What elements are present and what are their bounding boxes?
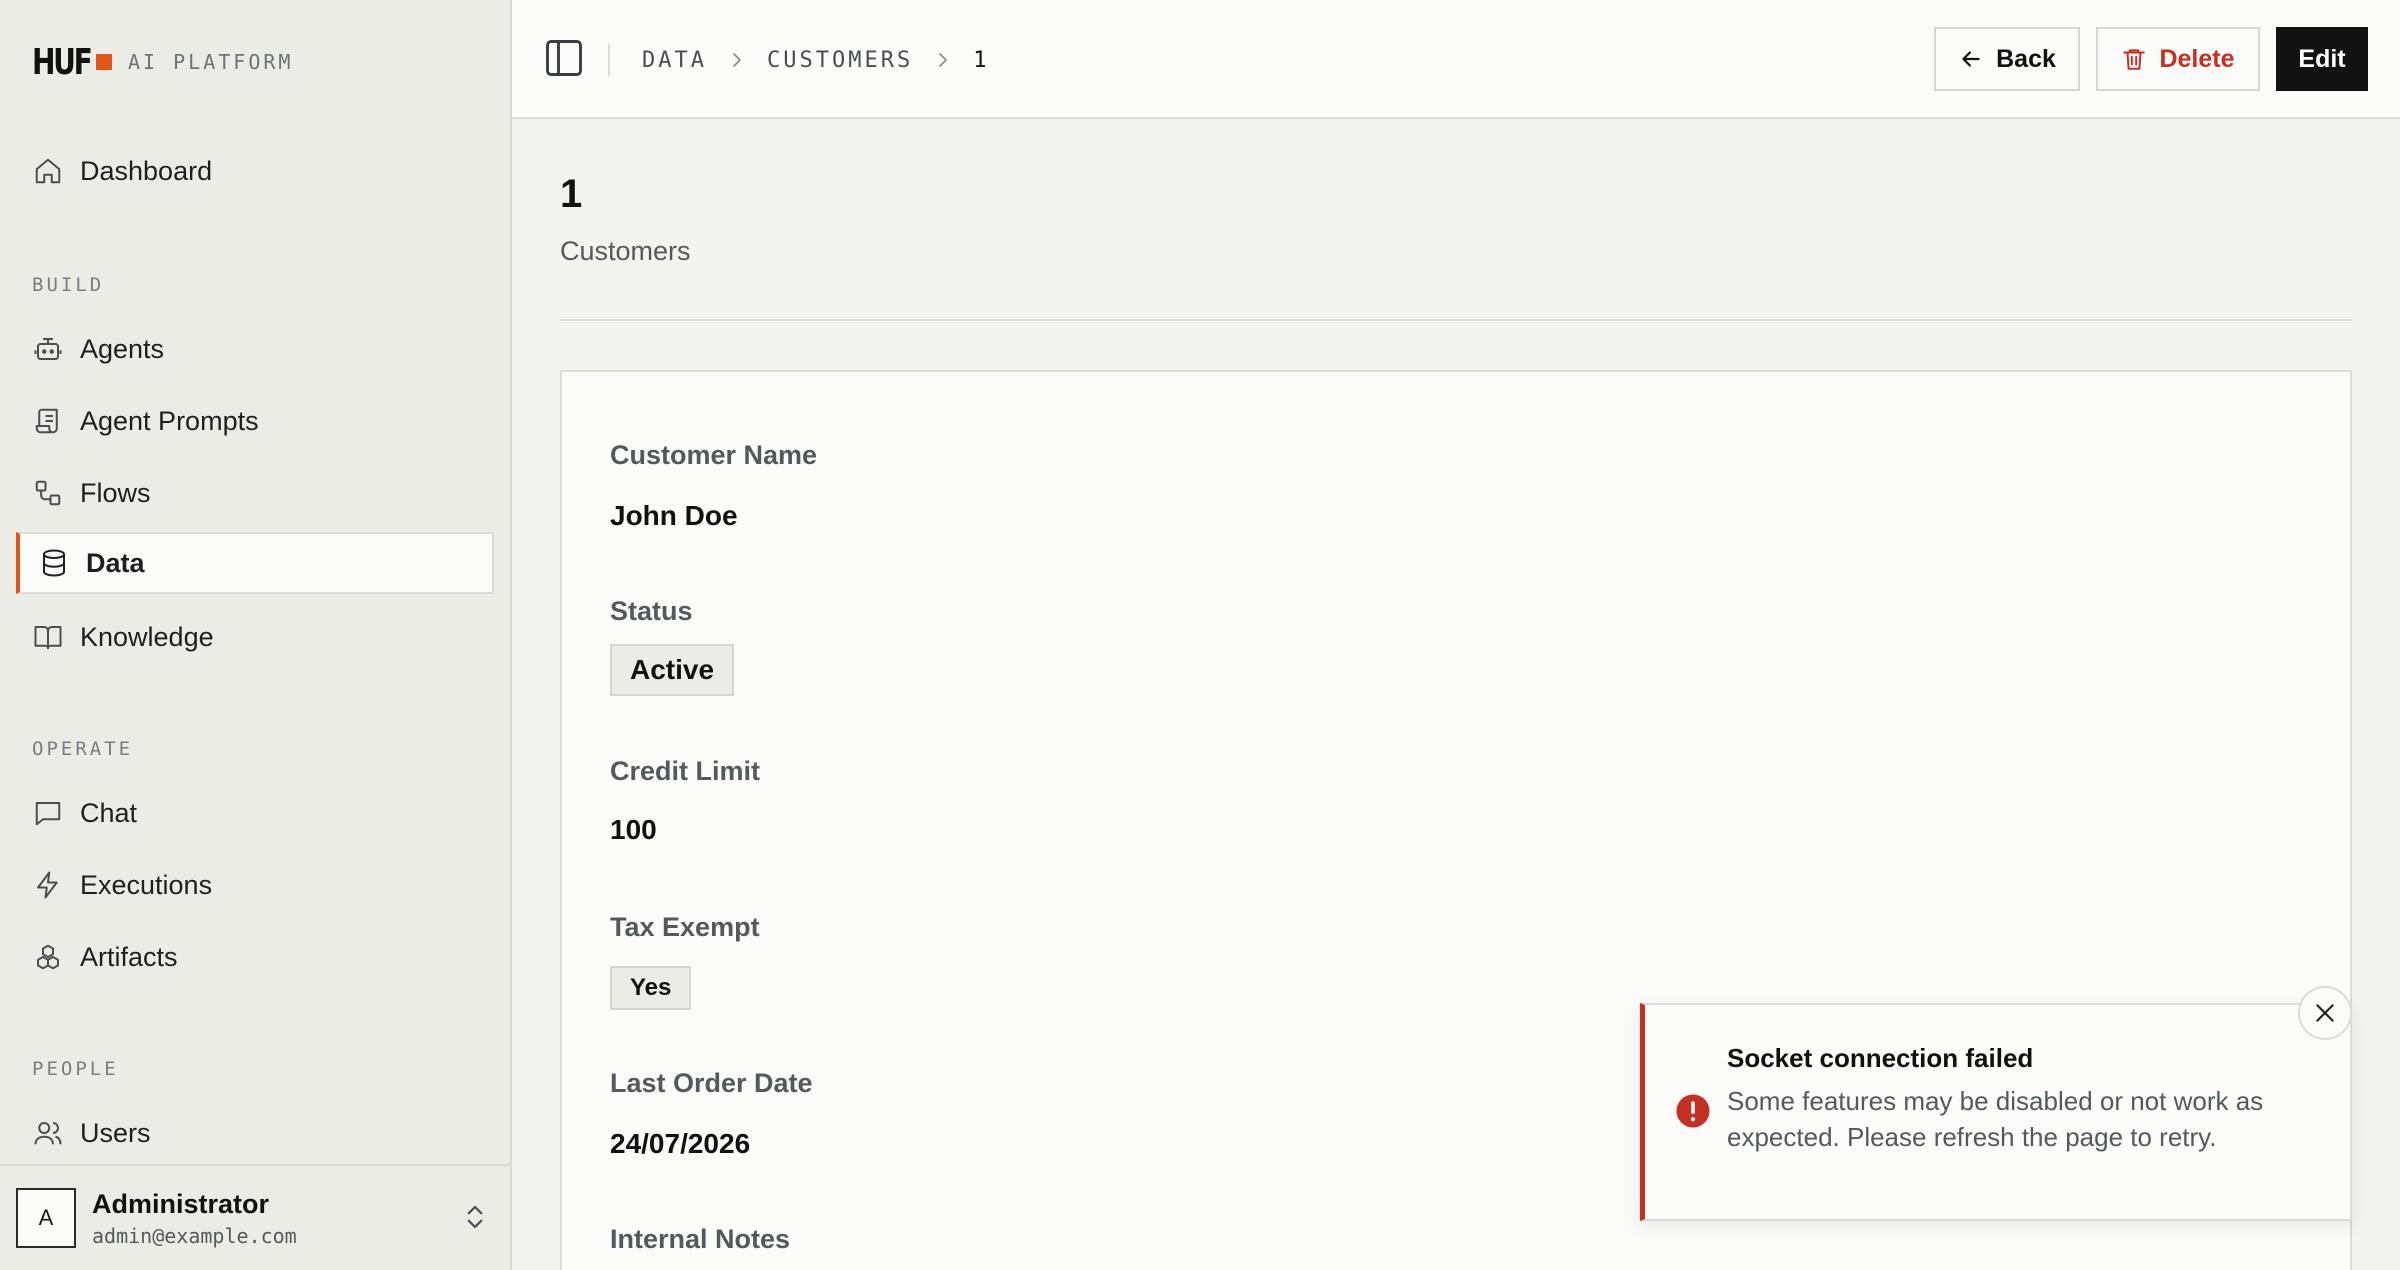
- back-button[interactable]: Back: [1934, 27, 2080, 91]
- user-info: Administrator admin@example.com: [92, 1189, 297, 1248]
- tax-exempt-label: Tax Exempt: [610, 912, 760, 942]
- breadcrumb-data[interactable]: DATA: [642, 48, 707, 73]
- close-icon: [2316, 1004, 2334, 1022]
- sidebar-item-chat[interactable]: Chat: [16, 782, 494, 844]
- sidebar-item-label: Agent Prompts: [80, 405, 259, 436]
- sidebar-item-artifacts[interactable]: Artifacts: [16, 926, 494, 988]
- sidebar-item-label: Agents: [80, 333, 165, 364]
- section-label-build: BUILD: [32, 274, 105, 296]
- sidebar-item-label: Knowledge: [80, 621, 214, 652]
- arrow-left-icon: [1962, 51, 1980, 67]
- credit-limit-label: Credit Limit: [610, 756, 761, 786]
- avatar: A: [16, 1188, 76, 1248]
- last-order-date-value: 24/07/2026: [610, 1128, 751, 1159]
- sidebar-item-label: Chat: [80, 797, 138, 828]
- content-divider: [560, 319, 2352, 321]
- brand-name: AI PLATFORM: [128, 50, 294, 74]
- database-icon: [38, 547, 70, 579]
- message-square-icon: [32, 797, 64, 829]
- users-icon: [32, 1117, 64, 1149]
- back-button-label: Back: [1996, 44, 2056, 73]
- edit-button[interactable]: Edit: [2276, 27, 2368, 91]
- sidebar-item-dashboard[interactable]: Dashboard: [16, 140, 494, 202]
- sidebar-item-agent-prompts[interactable]: Agent Prompts: [16, 390, 494, 452]
- customer-name-label: Customer Name: [610, 440, 818, 470]
- sidebar-item-agents[interactable]: Agents: [16, 318, 494, 380]
- breadcrumb-customers[interactable]: CUSTOMERS: [767, 48, 913, 73]
- sidebar-item-label: Executions: [80, 869, 213, 900]
- credit-limit-value: 100: [610, 814, 657, 845]
- user-menu[interactable]: A Administrator admin@example.com: [0, 1164, 510, 1270]
- sidebar-toggle-icon[interactable]: [542, 36, 586, 80]
- bot-icon: [32, 333, 64, 365]
- sidebar-item-knowledge[interactable]: Knowledge: [16, 606, 494, 668]
- delete-button-label: Delete: [2159, 44, 2235, 73]
- status-badge: Active: [610, 644, 735, 696]
- zap-icon: [32, 869, 64, 901]
- error-toast: Socket connection failed Some features m…: [1640, 1003, 2352, 1221]
- sidebar-item-data[interactable]: Data: [16, 532, 494, 594]
- customer-name-value: John Doe: [610, 500, 738, 531]
- chevrons-up-down-icon[interactable]: [460, 1202, 490, 1236]
- chevron-right-icon: [725, 48, 749, 72]
- delete-button[interactable]: Delete: [2096, 27, 2260, 91]
- brand-accent-square: [96, 54, 112, 70]
- page-subtitle: Customers: [560, 236, 691, 266]
- alert-circle-icon: [1675, 1093, 1711, 1129]
- workflow-icon: [32, 477, 64, 509]
- sidebar-item-flows[interactable]: Flows: [16, 462, 494, 524]
- topbar-divider: [608, 44, 610, 76]
- boxes-icon: [32, 941, 64, 973]
- breadcrumb-current: 1: [973, 47, 988, 73]
- top-bar: DATA CUSTOMERS 1 Back Delete Edit: [512, 0, 2400, 119]
- sidebar-item-executions[interactable]: Executions: [16, 854, 494, 916]
- last-order-date-label: Last Order Date: [610, 1068, 813, 1098]
- status-label: Status: [610, 596, 693, 626]
- book-open-icon: [32, 621, 64, 653]
- sidebar-item-label: Users: [80, 1117, 151, 1148]
- toast-close-button[interactable]: [2298, 986, 2352, 1040]
- sidebar: HUF AI PLATFORM Dashboard BUILD Agents A…: [0, 0, 512, 1270]
- breadcrumb: DATA CUSTOMERS 1: [642, 44, 987, 76]
- scroll-icon: [32, 405, 64, 437]
- sidebar-item-label: Flows: [80, 477, 151, 508]
- user-name: Administrator: [92, 1188, 270, 1219]
- toast-title: Socket connection failed: [1727, 1043, 2034, 1073]
- sidebar-item-label: Data: [86, 547, 145, 578]
- chevron-right-icon: [931, 48, 955, 72]
- section-label-operate: OPERATE: [32, 738, 134, 760]
- page-title: 1: [560, 172, 583, 216]
- sidebar-item-users[interactable]: Users: [16, 1102, 494, 1164]
- brand[interactable]: HUF AI PLATFORM: [32, 40, 293, 84]
- brand-logo: HUF: [32, 41, 93, 83]
- sidebar-item-label: Dashboard: [80, 155, 213, 186]
- trash-icon: [2123, 49, 2146, 70]
- section-label-people: PEOPLE: [32, 1058, 119, 1080]
- tax-exempt-badge: Yes: [610, 966, 692, 1010]
- home-icon: [32, 155, 64, 187]
- sidebar-item-label: Artifacts: [80, 941, 178, 972]
- user-email: admin@example.com: [92, 1223, 297, 1248]
- toast-message: Some features may be disabled or not wor…: [1727, 1086, 2264, 1152]
- internal-notes-label: Internal Notes: [610, 1224, 791, 1254]
